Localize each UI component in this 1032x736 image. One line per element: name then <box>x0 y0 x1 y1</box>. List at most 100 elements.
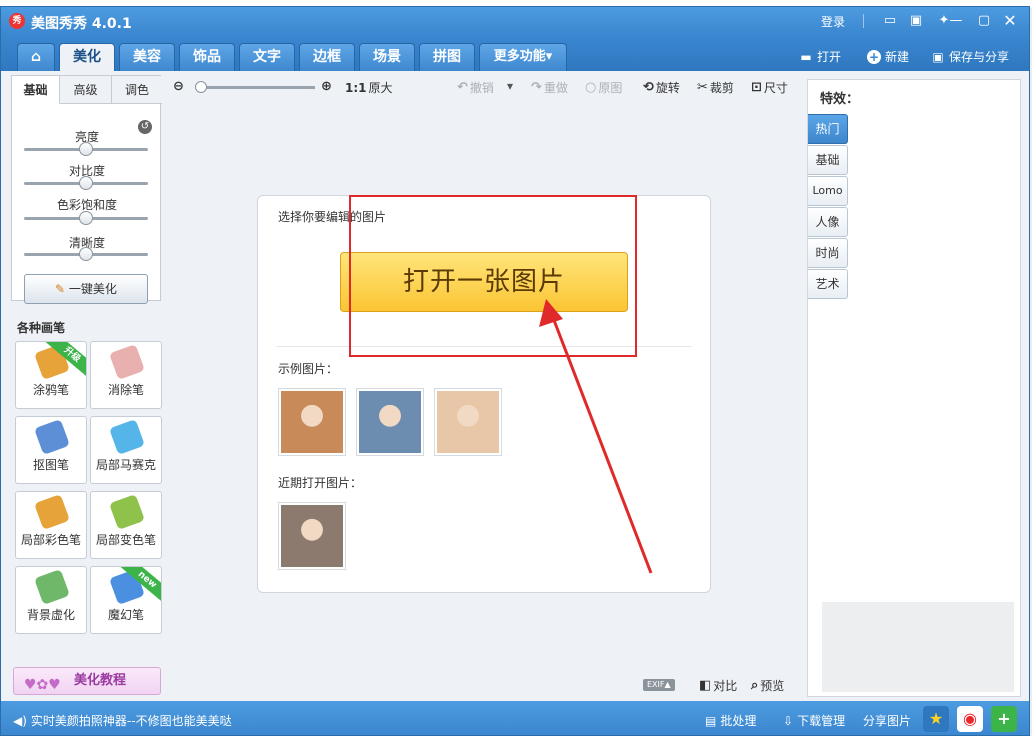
slider-knob[interactable] <box>79 142 93 156</box>
one-click-label: 一键美化 <box>68 282 117 296</box>
tab-accessories[interactable]: 饰品 <box>179 43 235 71</box>
edit-toolbar: ⊖ ⊕ 1:1 原大 ↶ 撤销 ▾ ↷ 重做 ○ 原图 ⟲ 旋转 ✂ 裁剪 ⊡ 尺寸 <box>169 75 801 99</box>
batch-button[interactable]: ▤ 批处理 <box>705 712 756 729</box>
preview-button[interactable]: ⌕ 预览 <box>751 677 784 694</box>
slider-knob[interactable] <box>79 176 93 190</box>
undo-icon: ↶ <box>457 80 468 95</box>
resize-button[interactable]: ⊡ 尺寸 <box>751 79 788 96</box>
new-button[interactable]: + 新建 <box>867 48 909 65</box>
zoom-slider[interactable] <box>195 81 315 93</box>
zoom-in-icon[interactable]: ⊕ <box>321 79 332 94</box>
tab-cosmetics[interactable]: 美容 <box>119 43 175 71</box>
sample-photo-2[interactable] <box>356 388 424 456</box>
saturation-slider[interactable] <box>24 211 148 225</box>
subtab-color[interactable]: 调色 <box>112 76 162 104</box>
open-button[interactable]: ▬ 打开 <box>799 48 841 65</box>
brightness-slider[interactable] <box>24 142 148 156</box>
one-click-beautify-button[interactable]: ✎ 一键美化 <box>24 274 148 304</box>
adjust-box: 基础 高级 调色 ↺ 亮度 对比度 色彩饱和度 清晰度 ✎ 一键美化 <box>11 75 162 304</box>
tutorial-label: 美化教程 <box>74 673 127 688</box>
slider-knob[interactable] <box>79 247 93 261</box>
qzone-star-icon[interactable]: ★ <box>923 706 949 732</box>
thumbnail-image <box>281 391 343 453</box>
download-manager-button[interactable]: ⇩ 下载管理 <box>783 712 845 729</box>
rotate-button[interactable]: ⟲ 旋转 <box>643 79 680 96</box>
tab-more[interactable]: 更多功能▾ <box>479 43 567 71</box>
effects-tab-5[interactable]: 时尚 <box>808 238 848 268</box>
brush-8[interactable]: 魔幻笔 new <box>90 566 162 634</box>
tutorial-button[interactable]: ♥✿♥ 美化教程 <box>13 667 161 695</box>
brush-label: 背景虚化 <box>26 608 75 622</box>
tab-text[interactable]: 文字 <box>239 43 295 71</box>
preview-icon: ⌕ <box>751 678 759 693</box>
tab-frame[interactable]: 边框 <box>299 43 355 71</box>
sample-images-label: 示例图片： <box>278 362 339 376</box>
original-size-button[interactable]: 1:1 原大 <box>345 79 393 96</box>
app-window: 秀 美图秀秀 4.0.1 登录 ▭ ▣ ✦ — ▢ ✕ ⌂ 美化 美容 饰品 文… <box>0 6 1030 736</box>
thumbnail-image <box>437 391 499 453</box>
left-panel: 基础 高级 调色 ↺ 亮度 对比度 色彩饱和度 清晰度 ✎ 一键美化 各种画笔 … <box>11 71 163 695</box>
original-image-button[interactable]: ○ 原图 <box>585 79 622 96</box>
tab-beautify[interactable]: 美化 <box>59 43 115 71</box>
new-label: 新建 <box>885 50 910 64</box>
undo-dropdown-icon[interactable]: ▾ <box>507 79 513 93</box>
hearts-icon: ♥✿♥ <box>24 677 61 693</box>
recent-photo-1[interactable] <box>278 502 346 570</box>
brush-7[interactable]: 背景虚化 <box>15 566 87 634</box>
brush-2[interactable]: 消除笔 <box>90 341 162 409</box>
login-link[interactable]: 登录 <box>821 13 845 30</box>
subtab-basic[interactable]: 基础 <box>12 76 60 104</box>
zoom-knob[interactable] <box>195 81 207 93</box>
chat-icon[interactable]: ▭ <box>881 12 899 30</box>
save-icon: ▣ <box>932 49 944 64</box>
crop-button[interactable]: ✂ 裁剪 <box>697 79 734 96</box>
compare-icon: ◧ <box>699 678 712 693</box>
ratio-label: 1:1 <box>345 80 367 95</box>
compare-button[interactable]: ◧ 对比 <box>699 677 737 694</box>
brush-5[interactable]: 局部彩色笔 <box>15 491 87 559</box>
weibo-icon[interactable]: ◉ <box>957 706 983 732</box>
zoom-out-icon[interactable]: ⊖ <box>173 79 184 94</box>
thumbnail-image <box>359 391 421 453</box>
redo-label: 重做 <box>543 81 568 95</box>
add-share-icon[interactable]: + <box>991 706 1017 732</box>
effects-tab-4[interactable]: 人像 <box>808 207 848 237</box>
redo-icon: ↷ <box>531 80 542 95</box>
undo-label: 撤销 <box>469 81 494 95</box>
contrast-slider[interactable] <box>24 176 148 190</box>
sharpness-slider[interactable] <box>24 247 148 261</box>
status-bar: ◀) 实时美颜拍照神器--不修图也能美美哒 ▤ 批处理 ⇩ 下载管理 分享图片 ★ ◉… <box>1 701 1029 735</box>
brush-6[interactable]: 局部变色笔 <box>90 491 162 559</box>
annotation-highlight-rect <box>349 195 637 357</box>
effects-tab-1[interactable]: 热门 <box>808 114 848 144</box>
maximize-icon[interactable]: ▢ <box>975 12 993 30</box>
ticker-link[interactable]: ◀) 实时美颜拍照神器--不修图也能美美哒 <box>13 712 232 729</box>
ticker-text: 实时美颜拍照神器--不修图也能美美哒 <box>30 714 232 728</box>
brush-1[interactable]: 涂鸦笔 升级 <box>15 341 87 409</box>
redo-button[interactable]: ↷ 重做 <box>531 79 568 96</box>
tab-collage[interactable]: 拼图 <box>419 43 475 71</box>
rotate-icon: ⟲ <box>643 80 654 95</box>
effects-tab-2[interactable]: 基础 <box>808 145 848 175</box>
resize-label: 尺寸 <box>763 81 788 95</box>
exif-button[interactable]: EXIF▲ <box>643 679 675 691</box>
sample-photo-1[interactable] <box>278 388 346 456</box>
skin-icon[interactable]: ▣ <box>907 12 925 30</box>
effects-tab-3[interactable]: Lomo <box>808 176 848 206</box>
brush-4[interactable]: 局部马赛克 <box>90 416 162 484</box>
minimize-icon[interactable]: — <box>947 12 965 30</box>
main-nav: ⌂ 美化 美容 饰品 文字 边框 场景 拼图 更多功能▾ ▬ 打开 + 新建 ▣ 保存… <box>1 37 1029 71</box>
effects-tab-6[interactable]: 艺术 <box>808 269 848 299</box>
slider-knob[interactable] <box>79 211 93 225</box>
subtab-advanced[interactable]: 高级 <box>60 76 112 104</box>
sample-photo-3[interactable] <box>434 388 502 456</box>
save-share-button[interactable]: ▣ 保存与分享 <box>931 48 1009 65</box>
tab-scene[interactable]: 场景 <box>359 43 415 71</box>
tab-home[interactable]: ⌂ <box>17 43 55 71</box>
close-icon[interactable]: ✕ <box>1001 12 1019 30</box>
brush-label: 魔幻笔 <box>107 608 144 622</box>
folder-icon: ▬ <box>800 49 812 64</box>
brush-3[interactable]: 抠图笔 <box>15 416 87 484</box>
undo-button[interactable]: ↶ 撤销 <box>457 79 494 96</box>
effects-panel: 特效： 热门 基础 Lomo 人像 时尚 艺术 <box>807 79 1021 697</box>
